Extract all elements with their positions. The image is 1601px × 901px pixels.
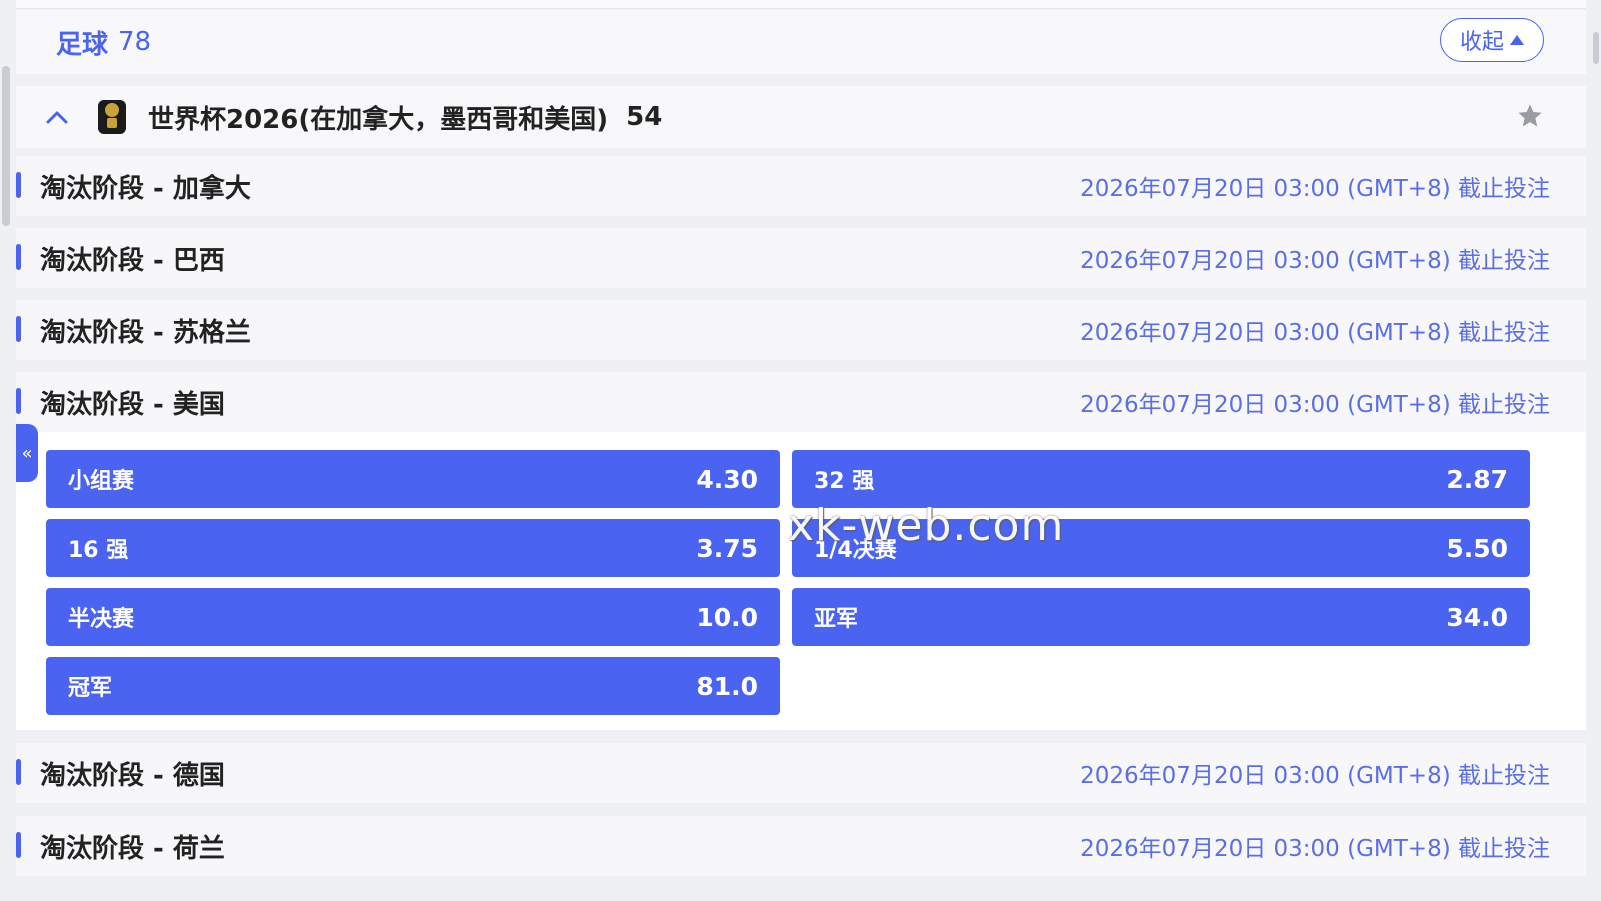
caret-up-icon xyxy=(1510,35,1524,45)
league-name: 世界杯2026(在加拿大，墨西哥和美国) xyxy=(148,104,609,135)
market-accent-bar xyxy=(16,832,21,858)
market-name: 淘汰阶段 - 德国 xyxy=(40,760,225,791)
odds-panel: 小组赛 4.30 32 强 2.87 16 强 3.75 1/4决赛 5.50 … xyxy=(16,432,1586,730)
market-row[interactable]: 淘汰阶段 - 苏格兰 2026年07月20日 03:00 (GMT+8) 截止投… xyxy=(16,300,1586,360)
market-deadline: 2026年07月20日 03:00 (GMT+8) 截止投注 xyxy=(1080,320,1550,346)
market-name: 淘汰阶段 - 美国 xyxy=(40,389,225,420)
market-row[interactable]: 淘汰阶段 - 巴西 2026年07月20日 03:00 (GMT+8) 截止投注 xyxy=(16,228,1586,288)
market-accent-bar xyxy=(16,759,21,785)
market-row-expanded[interactable]: 淘汰阶段 - 美国 2026年07月20日 03:00 (GMT+8) 截止投注 xyxy=(16,372,1586,432)
odds-label: 32 强 xyxy=(814,469,875,494)
odds-button[interactable]: 冠军 81.0 xyxy=(46,657,780,715)
sport-title: 足球 xyxy=(56,29,109,60)
watermark: xk-web.com xyxy=(788,500,1065,551)
side-collapse-tab[interactable]: « xyxy=(16,424,38,482)
market-name: 淘汰阶段 - 加拿大 xyxy=(40,173,251,204)
market-deadline: 2026年07月20日 03:00 (GMT+8) 截止投注 xyxy=(1080,763,1550,789)
page: 足球 78 收起 世界杯2026(在加拿大，墨西哥和美国) 54 淘汰阶段 - … xyxy=(0,0,1601,901)
market-accent-bar xyxy=(16,172,21,198)
double-chevron-left-icon: « xyxy=(21,442,33,464)
star-icon[interactable] xyxy=(1516,102,1544,130)
top-divider xyxy=(16,0,1586,9)
league-logo-icon xyxy=(98,100,126,134)
odds-price: 5.50 xyxy=(1446,533,1508,563)
odds-price: 10.0 xyxy=(696,602,758,632)
odds-button[interactable]: 16 强 3.75 xyxy=(46,519,780,577)
odds-price: 4.30 xyxy=(696,464,758,494)
sport-count: 78 xyxy=(118,27,152,57)
market-deadline: 2026年07月20日 03:00 (GMT+8) 截止投注 xyxy=(1080,392,1550,418)
market-row[interactable]: 淘汰阶段 - 加拿大 2026年07月20日 03:00 (GMT+8) 截止投… xyxy=(16,156,1586,216)
market-accent-bar xyxy=(16,388,21,414)
market-row[interactable]: 淘汰阶段 - 德国 2026年07月20日 03:00 (GMT+8) 截止投注 xyxy=(16,743,1586,803)
odds-button[interactable]: 小组赛 4.30 xyxy=(46,450,780,508)
market-deadline: 2026年07月20日 03:00 (GMT+8) 截止投注 xyxy=(1080,176,1550,202)
market-deadline: 2026年07月20日 03:00 (GMT+8) 截止投注 xyxy=(1080,248,1550,274)
odds-label: 小组赛 xyxy=(68,469,135,494)
left-scrollbar[interactable] xyxy=(2,66,10,226)
sport-header: 足球 78 收起 xyxy=(16,10,1586,74)
odds-button[interactable]: 亚军 34.0 xyxy=(792,588,1530,646)
market-name: 淘汰阶段 - 巴西 xyxy=(40,245,225,276)
right-scrollbar[interactable] xyxy=(1593,32,1599,64)
market-accent-bar xyxy=(16,316,21,342)
odds-label: 亚军 xyxy=(814,607,859,632)
collapse-label: 收起 xyxy=(1459,30,1504,55)
odds-label: 16 强 xyxy=(68,538,129,563)
market-accent-bar xyxy=(16,244,21,270)
league-header[interactable]: 世界杯2026(在加拿大，墨西哥和美国) 54 xyxy=(16,86,1586,148)
league-count: 54 xyxy=(626,102,663,132)
odds-label: 冠军 xyxy=(68,676,113,701)
market-name: 淘汰阶段 - 苏格兰 xyxy=(40,317,251,348)
market-deadline: 2026年07月20日 03:00 (GMT+8) 截止投注 xyxy=(1080,836,1550,862)
odds-price: 3.75 xyxy=(696,533,758,563)
odds-button[interactable]: 半决赛 10.0 xyxy=(46,588,780,646)
odds-price: 34.0 xyxy=(1446,602,1508,632)
market-name: 淘汰阶段 - 荷兰 xyxy=(40,833,225,864)
odds-price: 81.0 xyxy=(696,671,758,701)
chevron-up-icon[interactable] xyxy=(44,104,70,130)
odds-label: 半决赛 xyxy=(68,607,135,632)
market-row[interactable]: 淘汰阶段 - 荷兰 2026年07月20日 03:00 (GMT+8) 截止投注 xyxy=(16,816,1586,876)
collapse-button[interactable]: 收起 xyxy=(1440,18,1544,62)
odds-price: 2.87 xyxy=(1446,464,1508,494)
